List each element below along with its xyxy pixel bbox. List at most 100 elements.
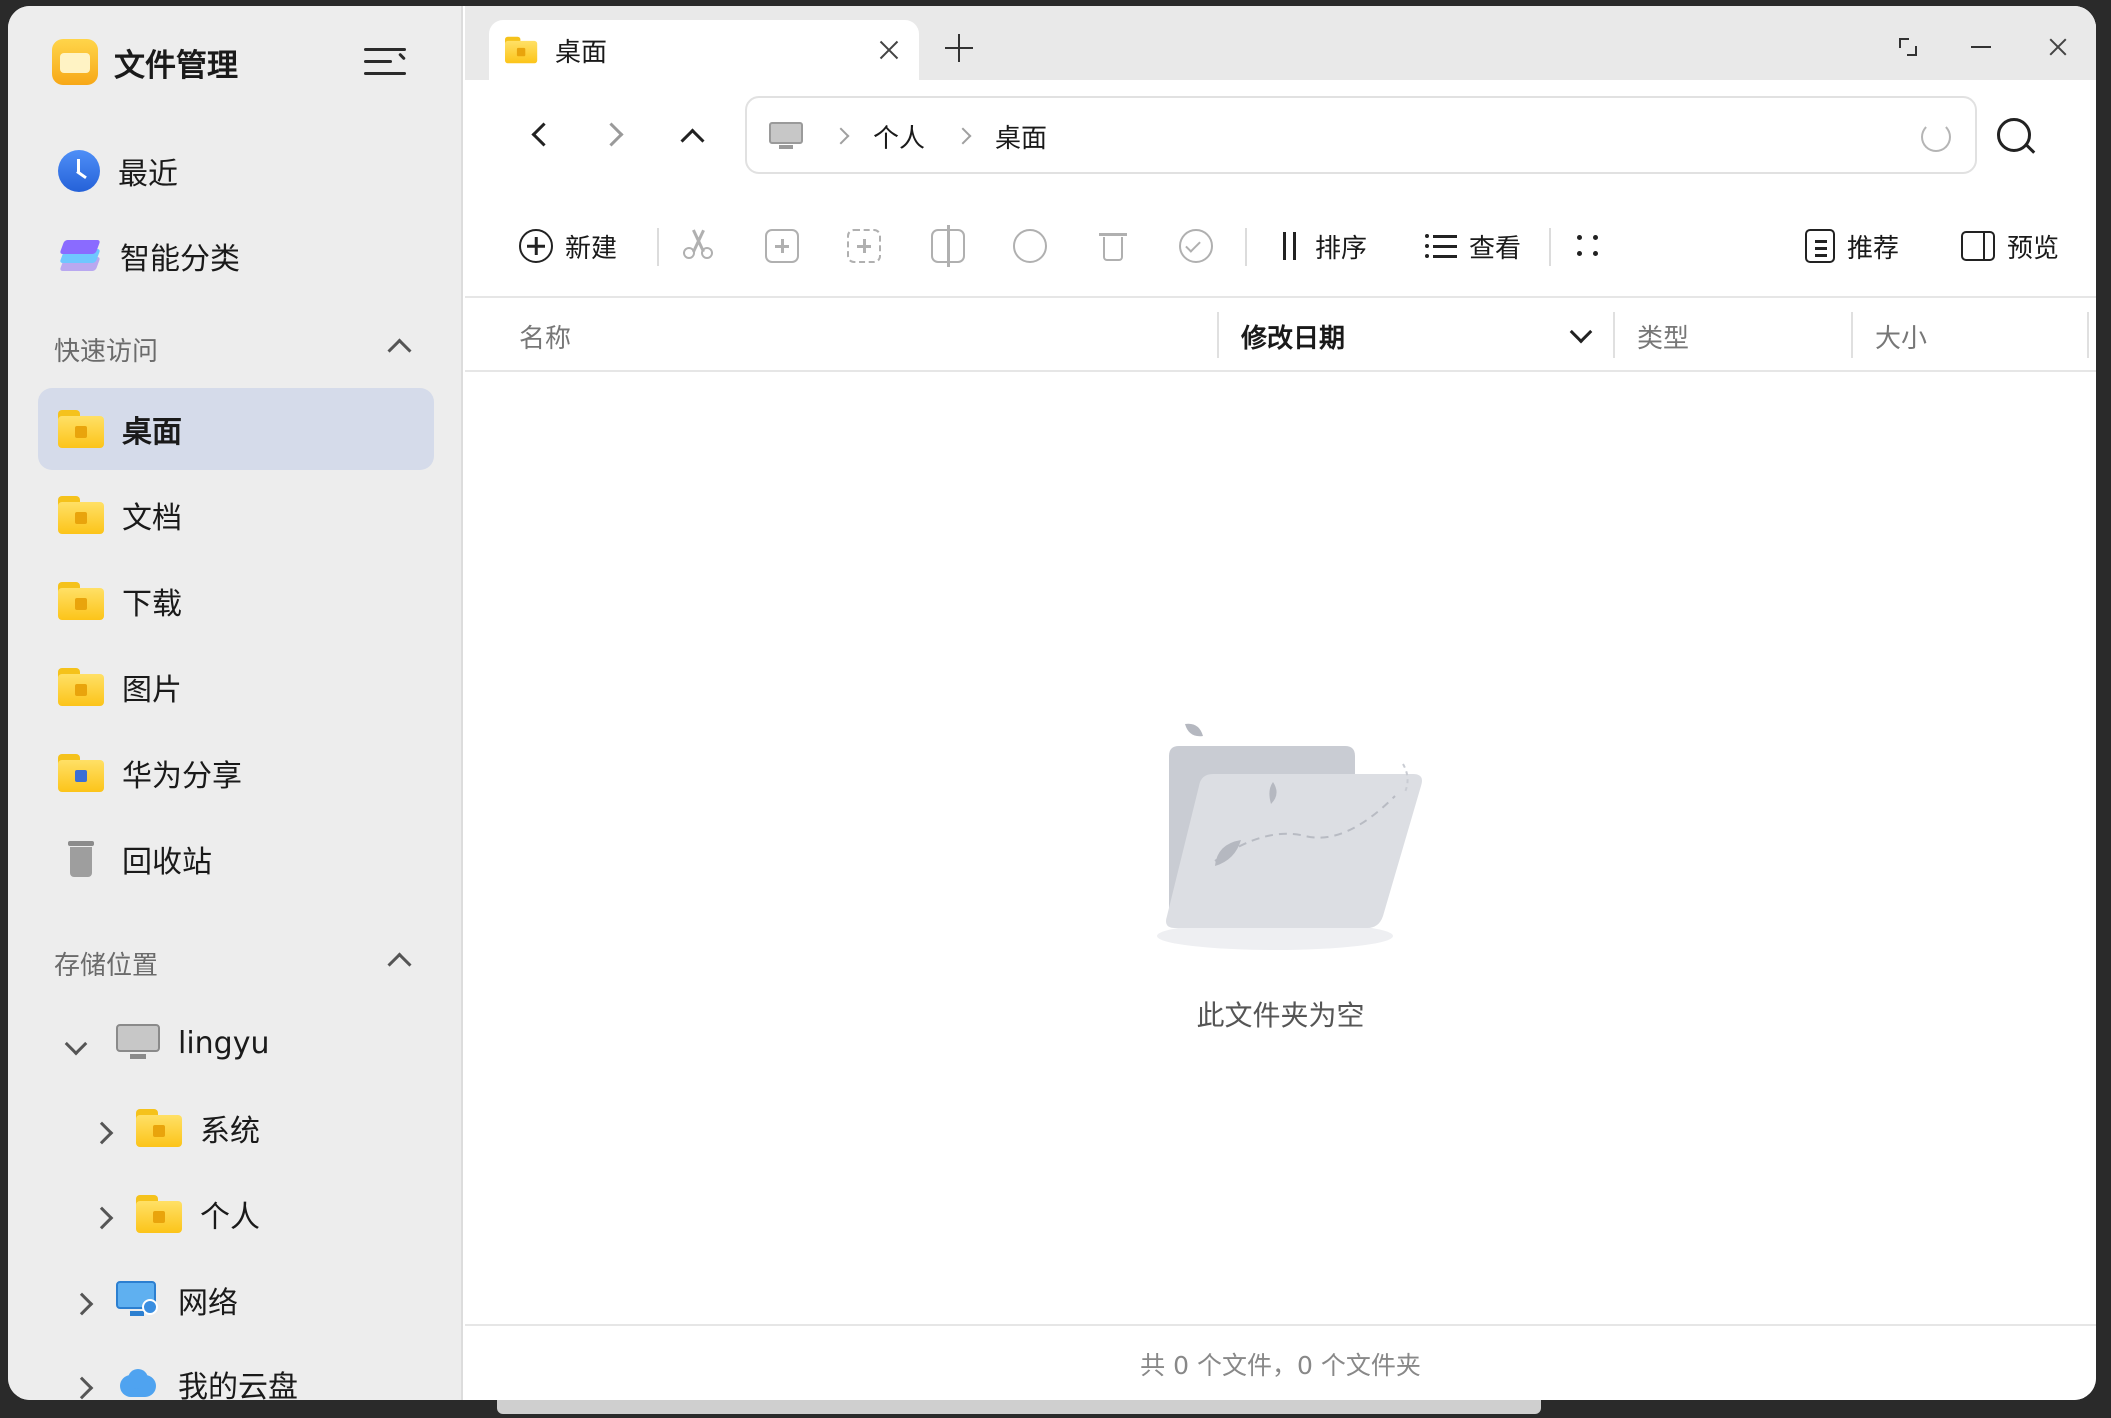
view-button-label: 查看 [1469,233,1522,264]
sidebar-item-label: 华为分享 [122,759,242,794]
breadcrumb-personal[interactable]: 个人 [873,118,925,155]
column-divider[interactable] [1217,312,1219,358]
column-header: 名称 修改日期 类型 大小 [465,296,2096,372]
share-icon [1013,229,1047,263]
empty-folder-illustration [1157,723,1422,950]
tree-item-cloud[interactable]: 我的云盘 [116,1362,298,1400]
sidebar-item-pictures[interactable]: 图片 [38,646,434,728]
sort-button-label: 排序 [1315,233,1368,264]
horizontal-scrollbar[interactable] [497,1400,1541,1414]
paste-button[interactable] [847,226,881,266]
sidebar-item-recent[interactable]: 最近 [38,130,434,212]
tab-desktop[interactable]: 桌面 [489,20,919,80]
search-icon[interactable] [1995,116,2037,158]
tree-item-label: 我的云盘 [178,1370,298,1400]
preview-button-label: 预览 [2007,233,2060,264]
sidebar-item-downloads[interactable]: 下载 [38,560,434,642]
rename-icon [931,225,965,267]
sidebar-item-label: 图片 [122,673,182,708]
tree-item-personal[interactable]: 个人 [136,1192,260,1236]
share-button[interactable] [1013,226,1047,266]
sidebar-item-smart-classify[interactable]: 智能分类 [38,215,434,297]
minimize-window-icon[interactable] [1971,36,1993,58]
storage-collapse-icon[interactable] [387,948,411,972]
close-window-icon[interactable] [2047,36,2069,58]
column-divider[interactable] [1613,312,1615,358]
tree-item-network[interactable]: 网络 [116,1278,238,1322]
sort-descending-icon[interactable] [1569,324,1591,346]
new-tab-icon[interactable] [945,34,973,62]
check-circle-icon [1179,229,1213,263]
folder-icon [58,496,104,534]
sidebar-item-label: 回收站 [122,845,212,880]
sidebar-item-huawei-share[interactable]: 华为分享 [38,732,434,814]
recommend-button-label: 推荐 [1847,233,1900,264]
folder-icon [58,582,104,620]
add-icon [519,229,553,263]
column-divider[interactable] [1851,312,1853,358]
up-icon[interactable] [677,120,707,150]
app-title: 文件管理 [114,47,238,84]
app-logo-icon [52,39,98,85]
app-header: 文件管理 [52,34,432,90]
close-tab-icon[interactable] [877,38,901,62]
column-type[interactable]: 类型 [1637,318,1689,355]
sidebar-item-label: 桌面 [122,415,182,450]
folder-icon [136,1109,182,1147]
sidebar-item-desktop[interactable]: 桌面 [38,388,434,470]
recommend-icon [1805,229,1835,263]
preview-pane-icon [1961,231,1995,261]
trash-icon [58,839,104,879]
preview-button[interactable]: 预览 [1961,226,2059,266]
new-button[interactable]: 新建 [519,226,617,266]
sidebar-toggle-icon[interactable] [364,46,406,78]
system-expand-icon[interactable] [92,1121,114,1143]
folder-icon [505,36,538,64]
select-button[interactable] [1179,226,1213,266]
network-expand-icon[interactable] [72,1292,94,1314]
toolbar: 新建 排序 查看 推荐 预览 [465,206,2096,286]
cloud-icon [116,1365,160,1400]
refresh-icon[interactable] [1921,122,1951,152]
quick-access-title: 快速访问 [54,337,159,367]
delete-button[interactable] [1097,226,1131,266]
empty-state-message: 此文件夹为空 [1196,999,1365,1032]
sort-button[interactable]: 排序 [1277,226,1367,266]
folder-icon [58,754,104,792]
address-bar[interactable]: 个人 桌面 [745,96,1977,174]
tree-item-system[interactable]: 系统 [136,1106,260,1150]
folder-icon [136,1195,182,1233]
view-button[interactable]: 查看 [1425,226,1521,266]
sidebar-item-label: 下载 [122,587,182,622]
restore-window-icon[interactable] [1897,36,1919,58]
rename-button[interactable] [931,225,965,267]
personal-expand-icon[interactable] [92,1206,114,1228]
clock-icon [58,150,100,192]
sort-icon [1277,230,1303,262]
lingyu-expand-icon[interactable] [64,1036,86,1058]
status-bar: 共 0 个文件，0 个文件夹 [465,1324,2096,1400]
tree-item-lingyu[interactable]: lingyu [116,1024,270,1062]
more-button[interactable] [1573,226,1603,266]
computer-icon [769,122,803,150]
breadcrumb-desktop[interactable]: 桌面 [995,118,1047,155]
forward-icon[interactable] [601,120,631,150]
column-divider[interactable] [2087,312,2089,358]
column-size[interactable]: 大小 [1875,318,1927,355]
column-name[interactable]: 名称 [519,318,571,355]
sidebar: 文件管理 最近 智能分类 快速访问 桌面 文档 下载 图片 华为分享 回收站 存… [8,6,463,1400]
stack-icon [58,235,102,277]
cloud-expand-icon[interactable] [72,1376,94,1398]
copy-icon [765,229,799,263]
sidebar-item-documents[interactable]: 文档 [38,474,434,556]
tree-item-label: 系统 [200,1114,260,1149]
toolbar-divider [1549,228,1551,266]
quick-access-collapse-icon[interactable] [387,334,411,358]
tree-item-label: 个人 [200,1200,260,1235]
column-modified[interactable]: 修改日期 [1241,318,1345,355]
cut-button[interactable] [681,226,715,266]
back-icon[interactable] [525,120,555,150]
copy-button[interactable] [765,226,799,266]
recommend-button[interactable]: 推荐 [1805,226,1899,266]
sidebar-item-recycle-bin[interactable]: 回收站 [38,818,434,900]
